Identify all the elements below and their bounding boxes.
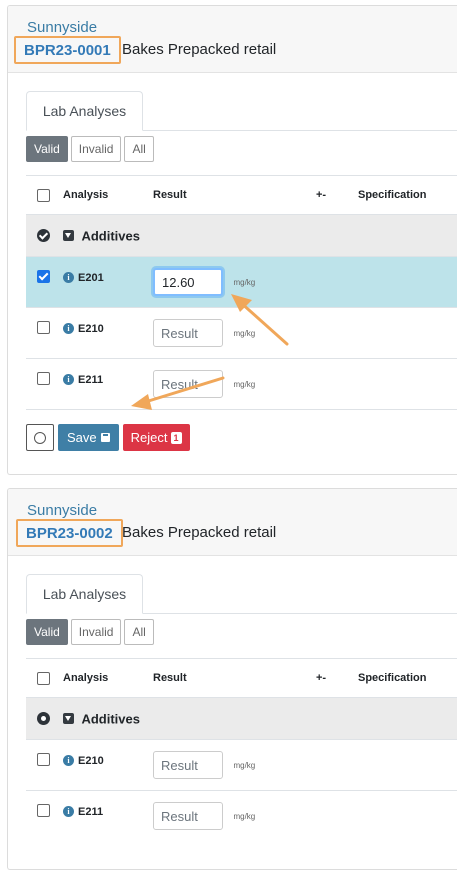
column-header: Result (153, 658, 316, 698)
filter-all-button[interactable]: All (124, 136, 154, 162)
unit-label: mg/kg (233, 760, 256, 770)
table-row: i E201 mg/kg (26, 256, 457, 308)
result-input[interactable] (153, 370, 223, 398)
column-header: Analysis (63, 175, 153, 215)
info-icon[interactable]: i (63, 272, 74, 284)
category-radio-icon[interactable] (37, 711, 50, 725)
column-header: Result (153, 175, 316, 215)
sample-panel-2: Sunnyside BPR23-0002 Bakes Prepacked ret… (7, 488, 457, 870)
tab-bar: Lab Analyses (26, 90, 457, 131)
sample-type: Bakes Prepacked retail (122, 524, 277, 541)
result-input[interactable] (153, 268, 223, 296)
table-row: i E211 mg/kg (26, 790, 457, 842)
sample-header: Sunnyside BPR23-0002 Bakes Prepacked ret… (8, 489, 457, 556)
category-row[interactable]: Additives (26, 214, 457, 257)
unit-label: mg/kg (233, 379, 256, 389)
sample-header: Sunnyside BPR23-0001 Bakes Prepacked ret… (8, 6, 457, 73)
refresh-button[interactable] (26, 424, 54, 451)
analysis-name: E210 (78, 754, 104, 767)
analysis-name: E211 (78, 805, 104, 818)
select-all-checkbox[interactable] (37, 671, 50, 685)
row-checkbox[interactable] (37, 804, 50, 818)
column-header: +- (316, 658, 358, 698)
client-link[interactable]: Sunnyside (27, 502, 97, 519)
caret-down-icon[interactable] (63, 712, 74, 724)
tab-lab-analyses[interactable]: Lab Analyses (26, 91, 143, 131)
column-header: Specification (358, 175, 457, 215)
row-checkbox[interactable] (37, 321, 50, 335)
filter-button-group: Valid Invalid All (26, 136, 154, 162)
reject-count-badge: 1 (170, 431, 182, 444)
table-row: i E211 mg/kg (26, 358, 457, 410)
filter-invalid-button[interactable]: Invalid (70, 619, 122, 645)
filter-valid-button[interactable]: Valid (26, 136, 68, 162)
analyses-table: Analysis Result +- Specification Additiv… (26, 658, 457, 842)
unit-label: mg/kg (233, 812, 256, 822)
reject-label: Reject (130, 430, 168, 445)
info-icon[interactable]: i (63, 755, 74, 767)
save-button[interactable]: Save (58, 424, 119, 451)
row-checkbox[interactable] (37, 753, 50, 767)
filter-button-group: Valid Invalid All (26, 619, 154, 645)
save-label: Save (67, 430, 97, 445)
tab-bar: Lab Analyses (26, 573, 457, 614)
info-icon[interactable]: i (63, 374, 74, 386)
reject-button[interactable]: Reject 1 (122, 424, 190, 451)
category-row[interactable]: Additives (26, 697, 457, 740)
filter-valid-button[interactable]: Valid (26, 619, 68, 645)
analysis-name: E211 (78, 373, 104, 386)
category-label: Additives (81, 227, 140, 243)
row-checkbox[interactable] (37, 270, 50, 284)
sample-id-link[interactable]: BPR23-0002 (16, 519, 123, 547)
column-header: Specification (358, 658, 457, 698)
info-icon[interactable]: i (63, 323, 74, 335)
table-row: i E210 mg/kg (26, 739, 457, 791)
table-row: i E210 mg/kg (26, 307, 457, 359)
sample-panel-1: Sunnyside BPR23-0001 Bakes Prepacked ret… (7, 5, 457, 475)
filter-all-button[interactable]: All (124, 619, 154, 645)
tab-lab-analyses[interactable]: Lab Analyses (26, 574, 143, 614)
analysis-name: E201 (78, 271, 104, 284)
client-link[interactable]: Sunnyside (27, 19, 97, 36)
table-header-row: Analysis Result +- Specification (26, 175, 457, 215)
category-label: Additives (81, 710, 140, 726)
sample-type: Bakes Prepacked retail (122, 41, 277, 58)
table-header-row: Analysis Result +- Specification (26, 658, 457, 698)
result-input[interactable] (153, 319, 223, 347)
action-bar: Save Reject 1 (26, 424, 190, 451)
column-header: +- (316, 175, 358, 215)
unit-label: mg/kg (233, 328, 256, 338)
filter-invalid-button[interactable]: Invalid (70, 136, 122, 162)
circle-icon (34, 431, 46, 444)
category-check-icon[interactable] (37, 228, 50, 242)
info-icon[interactable]: i (63, 806, 74, 818)
unit-label: mg/kg (233, 277, 256, 287)
result-input[interactable] (153, 802, 223, 831)
select-all-checkbox[interactable] (37, 188, 50, 202)
analyses-table: Analysis Result +- Specification Additiv… (26, 175, 457, 411)
row-checkbox[interactable] (37, 372, 50, 386)
floppy-disk-icon (100, 433, 110, 442)
column-header: Analysis (63, 658, 153, 698)
analysis-name: E210 (78, 322, 104, 335)
caret-down-icon[interactable] (63, 229, 74, 241)
result-input[interactable] (153, 751, 223, 779)
sample-id-link[interactable]: BPR23-0001 (14, 36, 121, 64)
